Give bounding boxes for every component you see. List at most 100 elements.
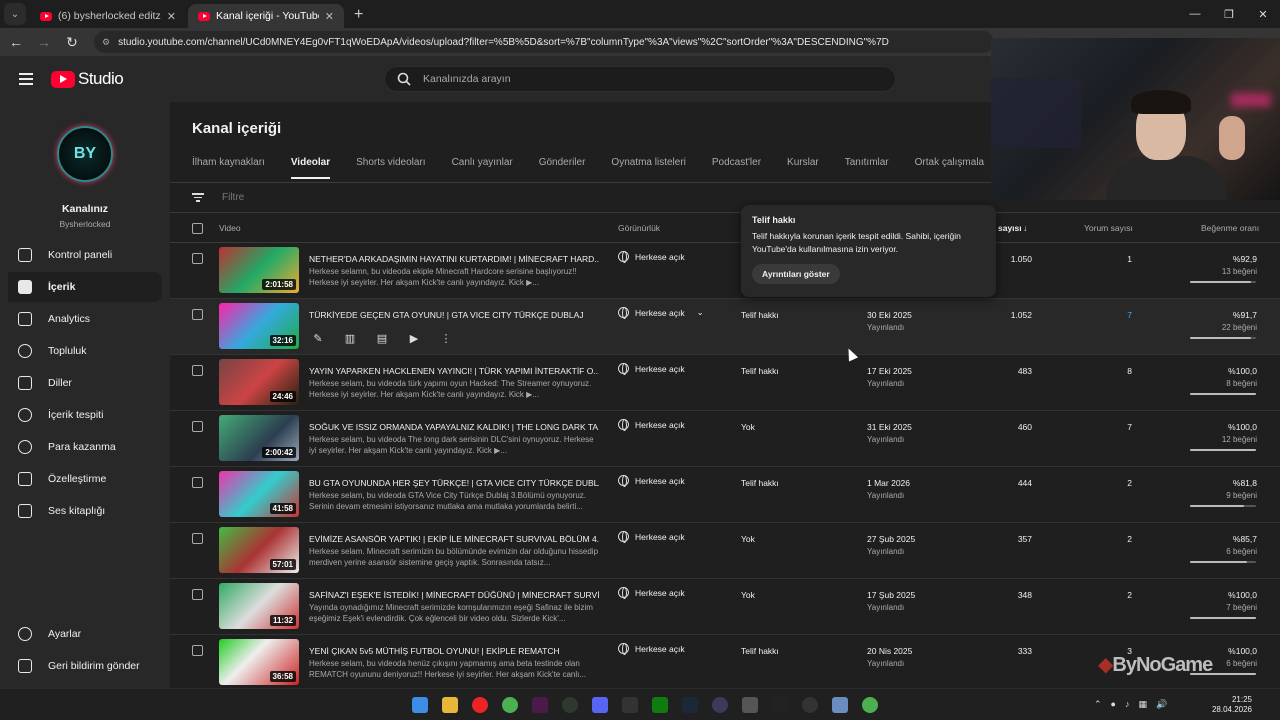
close-window-icon[interactable]: ✕ xyxy=(1246,0,1280,28)
sidebar-item-community[interactable]: Topluluk xyxy=(8,336,162,366)
close-tab-icon[interactable]: ✕ xyxy=(325,10,334,23)
app-icon[interactable] xyxy=(532,697,548,713)
tab-podcasts[interactable]: Podcast'ler xyxy=(712,157,761,179)
visibility-cell[interactable]: Herkese açık ⌄ xyxy=(618,307,704,319)
sidebar-item-analytics[interactable]: Analytics xyxy=(8,304,162,334)
sort-down-arrow-icon[interactable]: ↓ xyxy=(1023,223,1027,233)
table-row[interactable]: 57:01 EVİMİZE ASANSÖR YAPTIK! | EKİP İLE… xyxy=(170,523,1280,579)
row-checkbox[interactable] xyxy=(192,421,203,432)
xbox-icon[interactable] xyxy=(562,697,578,713)
row-checkbox[interactable] xyxy=(192,589,203,600)
column-visibility[interactable]: Görünürlük xyxy=(618,223,660,233)
epic-games-icon[interactable] xyxy=(622,697,638,713)
windows-start-icon[interactable] xyxy=(412,697,428,713)
chrome-icon[interactable] xyxy=(502,697,518,713)
kick-icon[interactable] xyxy=(772,697,788,713)
tab-playlists[interactable]: Oynatma listeleri xyxy=(611,157,685,179)
tab-posts[interactable]: Gönderiler xyxy=(539,157,586,179)
edit-pencil-icon[interactable]: ✎ xyxy=(309,329,327,347)
row-checkbox[interactable] xyxy=(192,309,203,320)
tab-inspiration[interactable]: İlham kaynakları xyxy=(192,157,265,179)
restore-icon[interactable]: ❐ xyxy=(1212,0,1246,28)
studio-logo[interactable]: Studio xyxy=(51,69,124,89)
table-row[interactable]: 24:46 YAYIN YAPARKEN HACKLENEN YAYINCI! … xyxy=(170,355,1280,411)
restriction-text[interactable]: Telif hakkı xyxy=(741,646,779,656)
close-tab-icon[interactable]: ✕ xyxy=(167,10,176,23)
video-thumbnail[interactable]: 57:01 xyxy=(219,527,299,573)
restriction-text[interactable]: Yok xyxy=(741,590,755,600)
comment-count[interactable]: 7 xyxy=(1070,310,1132,320)
row-checkbox[interactable] xyxy=(192,533,203,544)
row-checkbox[interactable] xyxy=(192,365,203,376)
tab-shorts[interactable]: Shorts videoları xyxy=(356,157,425,179)
menu-hamburger-icon[interactable] xyxy=(19,73,33,85)
video-thumbnail[interactable]: 24:46 xyxy=(219,359,299,405)
discord-icon[interactable] xyxy=(592,697,608,713)
analytics-icon[interactable]: ▥ xyxy=(341,329,359,347)
sidebar-item-monetization[interactable]: Para kazanma xyxy=(8,432,162,462)
back-arrow-icon[interactable]: ← xyxy=(4,30,28,54)
chevron-up-icon[interactable]: ⌃ xyxy=(1094,699,1102,710)
select-all-checkbox[interactable] xyxy=(192,223,203,234)
restriction-text[interactable]: Telif hakkı xyxy=(741,478,779,488)
table-row[interactable]: 41:58 BU GTA OYUNUNDA HER ŞEY TÜRKÇE! | … xyxy=(170,467,1280,523)
video-title[interactable]: YAYIN YAPARKEN HACKLENEN YAYINCI! | TÜRK… xyxy=(309,366,599,376)
new-tab-plus-icon[interactable]: + xyxy=(354,6,363,24)
tab-search-chevron-icon[interactable]: ⌄ xyxy=(4,3,26,25)
column-comments[interactable]: Yorum sayısı xyxy=(1084,223,1133,233)
restriction-text[interactable]: Yok xyxy=(741,534,755,544)
forward-arrow-icon[interactable]: → xyxy=(32,30,56,54)
sidebar-item-audio-library[interactable]: Ses kitaplığı xyxy=(8,496,162,526)
row-checkbox[interactable] xyxy=(192,477,203,488)
volume-icon[interactable]: 🔊 xyxy=(1156,699,1167,710)
video-thumbnail[interactable]: 2:00:42 xyxy=(219,415,299,461)
microphone-icon[interactable]: ♪ xyxy=(1125,699,1130,710)
table-row[interactable]: 2:00:42 SOĞUK VE ISSIZ ORMANDA YAPAYALNI… xyxy=(170,411,1280,467)
show-details-button[interactable]: Ayrıntıları göster xyxy=(752,264,840,284)
column-views[interactable]: sayısı xyxy=(998,223,1022,233)
column-likes[interactable]: Beğenme oranı xyxy=(1201,223,1259,233)
video-title[interactable]: YENİ ÇIKAN 5v5 MÜTHİŞ FUTBOL OYUNU! | EK… xyxy=(309,646,599,656)
url-field[interactable]: ⚙ studio.youtube.com/channel/UCd0MNEY4Eg… xyxy=(94,31,994,53)
video-title[interactable]: SAFİNAZ'I EŞEK'E İSTEDİK! | MİNECRAFT DÜ… xyxy=(309,590,599,600)
restriction-text[interactable]: Yok xyxy=(741,422,755,432)
channel-avatar[interactable]: BY xyxy=(57,126,113,182)
sidebar-item-customization[interactable]: Özelleştirme xyxy=(8,464,162,494)
visibility-cell[interactable]: Herkese açık xyxy=(618,363,685,375)
table-row[interactable]: 32:16 TÜRKİYEDE GEÇEN GTA OYUNU! | GTA V… xyxy=(170,299,1280,355)
row-checkbox[interactable] xyxy=(192,645,203,656)
reload-icon[interactable]: ↻ xyxy=(60,30,84,54)
row-checkbox[interactable] xyxy=(192,253,203,264)
sidebar-item-dashboard[interactable]: Kontrol paneli xyxy=(8,240,162,270)
site-info-icon[interactable]: ⚙ xyxy=(102,37,110,48)
video-thumbnail[interactable]: 32:16 xyxy=(219,303,299,349)
sidebar-item-content[interactable]: İçerik xyxy=(8,272,162,302)
media-player-icon[interactable] xyxy=(472,697,488,713)
video-thumbnail[interactable]: 2:01:58 xyxy=(219,247,299,293)
video-title[interactable]: TÜRKİYEDE GEÇEN GTA OYUNU! | GTA VICE CI… xyxy=(309,310,599,320)
app-icon-3[interactable] xyxy=(802,697,818,713)
video-title[interactable]: BU GTA OYUNUNDA HER ŞEY TÜRKÇE! | GTA VI… xyxy=(309,478,599,488)
app-icon-2[interactable] xyxy=(742,697,758,713)
xbox-app-icon[interactable] xyxy=(652,697,668,713)
table-row[interactable]: 2:01:58 NETHER'DA ARKADAŞIMIN HAYATINI K… xyxy=(170,243,1280,299)
tab-courses[interactable]: Kurslar xyxy=(787,157,819,179)
tray-app-icon[interactable]: ● xyxy=(1111,699,1116,710)
visibility-cell[interactable]: Herkese açık xyxy=(618,587,685,599)
sidebar-item-copyright[interactable]: İçerik tespiti xyxy=(8,400,162,430)
video-title[interactable]: EVİMİZE ASANSÖR YAPTIK! | EKİP İLE MİNEC… xyxy=(309,534,599,544)
filter-icon[interactable] xyxy=(192,193,204,202)
chevron-down-icon[interactable]: ⌄ xyxy=(697,307,704,318)
tab-collaborations[interactable]: Ortak çalışmala xyxy=(915,157,984,179)
visibility-cell[interactable]: Herkese açık xyxy=(618,531,685,543)
tab-videos[interactable]: Videolar xyxy=(290,157,331,179)
browser-tab-studio[interactable]: Kanal içeriği - YouTube Studio ✕ xyxy=(188,4,344,28)
obs-icon[interactable] xyxy=(712,697,728,713)
visibility-cell[interactable]: Herkese açık xyxy=(618,419,685,431)
more-options-icon[interactable]: ⋮ xyxy=(437,329,455,347)
tab-live[interactable]: Canlı yayınlar xyxy=(452,157,513,179)
visibility-cell[interactable]: Herkese açık xyxy=(618,251,685,263)
video-thumbnail[interactable]: 11:32 xyxy=(219,583,299,629)
tab-promotions[interactable]: Tanıtımlar xyxy=(845,157,889,179)
visibility-cell[interactable]: Herkese açık xyxy=(618,475,685,487)
